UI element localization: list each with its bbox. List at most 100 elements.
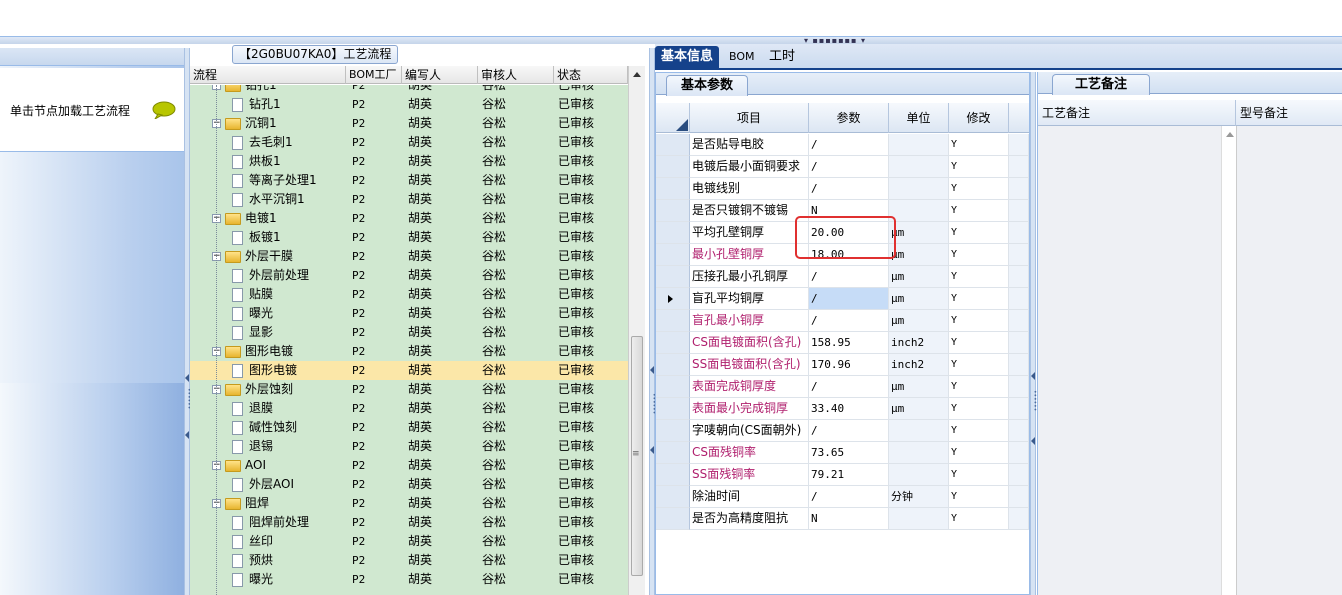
param-cell-param[interactable]: / (809, 420, 889, 442)
param-cell-mod[interactable]: Y (949, 442, 1009, 464)
tree-node-name[interactable]: 等离子处理1 (232, 171, 317, 190)
row-header[interactable] (656, 288, 690, 310)
param-cell-param[interactable]: / (809, 288, 889, 310)
param-cell-mod[interactable]: Y (949, 332, 1009, 354)
tree-row[interactable]: 阻焊前处理 P2 胡英 谷松 已审核 (190, 513, 628, 532)
collapse-left-icon[interactable] (185, 374, 189, 382)
param-cell-param[interactable]: / (809, 486, 889, 508)
tab-process-remarks[interactable]: 工艺备注 (1052, 74, 1151, 95)
param-cell-mod[interactable]: Y (949, 288, 1009, 310)
row-header[interactable] (656, 178, 690, 200)
param-row[interactable]: 盲孔最小铜厚 / μm Y (656, 310, 1029, 332)
collapse-tree-icon-2[interactable] (650, 446, 654, 454)
tree-node-name[interactable]: 贴膜 (232, 285, 273, 304)
tree-row[interactable]: 碱性蚀刻 P2 胡英 谷松 已审核 (190, 418, 628, 437)
tree-row[interactable]: 等离子处理1 P2 胡英 谷松 已审核 (190, 171, 628, 190)
param-cell-mod[interactable]: Y (949, 464, 1009, 486)
param-row[interactable]: SS面残铜率 79.21 Y (656, 464, 1029, 486)
tree-row[interactable]: 预烘 P2 胡英 谷松 已审核 (190, 551, 628, 570)
col-status[interactable]: 状态 (554, 66, 628, 84)
tab-basic-info[interactable]: 基本信息 (655, 46, 720, 70)
tree-row[interactable]: 曝光 P2 胡英 谷松 已审核 (190, 304, 628, 323)
tree-row[interactable]: − AOI P2 胡英 谷松 已审核 (190, 456, 628, 475)
col-writer[interactable]: 编写人 (402, 66, 478, 84)
tree-node-name[interactable]: − 沉铜1 (212, 114, 277, 133)
param-cell-param[interactable]: 73.65 (809, 442, 889, 464)
tree-row[interactable]: − 电镀1 P2 胡英 谷松 已审核 (190, 209, 628, 228)
param-cell-mod[interactable]: Y (949, 134, 1009, 156)
row-header[interactable] (656, 486, 690, 508)
node-load-area[interactable]: 单击节点加载工艺流程 (0, 68, 184, 152)
tab-basic-params[interactable]: 基本参数 (666, 75, 749, 96)
param-row[interactable]: CS面电镀面积(含孔) 158.95 inch2 Y (656, 332, 1029, 354)
col-item[interactable]: 项目 (690, 103, 809, 133)
tree-row[interactable]: − 钻孔1 P2 胡英 谷松 已审核 (190, 85, 628, 95)
tree-node-name[interactable]: 外层AOI (232, 475, 294, 494)
tree-row[interactable]: 图形电镀 P2 胡英 谷松 已审核 (190, 361, 628, 380)
col-bom-factory[interactable]: BOM工厂 (346, 66, 402, 84)
row-header[interactable] (656, 156, 690, 178)
param-row[interactable]: 是否为高精度阻抗 N Y (656, 508, 1029, 530)
param-row[interactable]: 除油时间 / 分钟 Y (656, 486, 1029, 508)
tree-node-name[interactable]: 退膜 (232, 399, 273, 418)
param-cell-param[interactable]: / (809, 178, 889, 200)
tree-node-name[interactable]: 外层前处理 (232, 266, 309, 285)
tree-row[interactable]: − 沉铜1 P2 胡英 谷松 已审核 (190, 114, 628, 133)
tree-row[interactable]: 退膜 P2 胡英 谷松 已审核 (190, 399, 628, 418)
tree-node-name[interactable]: 水平沉铜1 (232, 190, 305, 209)
col-process[interactable]: 流程 (190, 66, 346, 84)
tree-row[interactable]: − 阻焊 P2 胡英 谷松 已审核 (190, 494, 628, 513)
param-cell-param[interactable]: 33.40 (809, 398, 889, 420)
tree-node-name[interactable]: 退锡 (232, 437, 273, 456)
param-row[interactable]: 电镀后最小面铜要求 / Y (656, 156, 1029, 178)
right-splitter[interactable]: •••••• (1030, 72, 1038, 595)
param-cell-mod[interactable]: Y (949, 398, 1009, 420)
top-splitter-grip-icon[interactable]: ▾ ▪▪▪▪▪▪▪ ▾ (800, 37, 870, 45)
param-cell-param[interactable]: / (809, 134, 889, 156)
row-header[interactable] (656, 354, 690, 376)
tree-row[interactable]: 去毛刺1 P2 胡英 谷松 已审核 (190, 133, 628, 152)
row-header[interactable] (656, 222, 690, 244)
tree-row[interactable]: 退锡 P2 胡英 谷松 已审核 (190, 437, 628, 456)
tree-node-name[interactable]: 丝印 (232, 532, 273, 551)
param-cell-param[interactable]: 158.95 (809, 332, 889, 354)
param-cell-param[interactable]: / (809, 376, 889, 398)
param-cell-param[interactable]: / (809, 310, 889, 332)
param-cell-mod[interactable]: Y (949, 354, 1009, 376)
param-cell-mod[interactable]: Y (949, 486, 1009, 508)
collapse-tree-icon[interactable] (650, 366, 654, 374)
row-header[interactable] (656, 442, 690, 464)
row-header[interactable] (656, 398, 690, 420)
param-row[interactable]: 电镀线别 / Y (656, 178, 1029, 200)
row-header[interactable] (656, 332, 690, 354)
param-row[interactable]: 表面完成铜厚度 / μm Y (656, 376, 1029, 398)
tree-row[interactable]: 烘板1 P2 胡英 谷松 已审核 (190, 152, 628, 171)
tree-node-name[interactable]: 曝光 (232, 570, 273, 589)
param-row[interactable]: SS面电镀面积(含孔) 170.96 inch2 Y (656, 354, 1029, 376)
tree-row[interactable]: 显影 P2 胡英 谷松 已审核 (190, 323, 628, 342)
tree-row[interactable]: 曝光 P2 胡英 谷松 已审核 (190, 570, 628, 589)
tree-row[interactable]: 板镀1 P2 胡英 谷松 已审核 (190, 228, 628, 247)
tree-node-name[interactable]: 板镀1 (232, 228, 281, 247)
tree-row[interactable]: − 图形电镀 P2 胡英 谷松 已审核 (190, 342, 628, 361)
row-header[interactable] (656, 266, 690, 288)
tree-node-name[interactable]: 碱性蚀刻 (232, 418, 297, 437)
tree-node-name[interactable]: 去毛刺1 (232, 133, 293, 152)
param-cell-param[interactable]: 170.96 (809, 354, 889, 376)
param-cell-mod[interactable]: Y (949, 508, 1009, 530)
param-cell-param[interactable]: N (809, 508, 889, 530)
collapse-params-icon-2[interactable] (1031, 437, 1035, 445)
tree-node-name[interactable]: − 图形电镀 (212, 342, 293, 361)
tree-node-name[interactable]: 预烘 (232, 551, 273, 570)
param-row[interactable]: 压接孔最小孔铜厚 / μm Y (656, 266, 1029, 288)
top-splitter-bar[interactable] (0, 36, 1342, 44)
tree-row[interactable]: 外层前处理 P2 胡英 谷松 已审核 (190, 266, 628, 285)
row-header[interactable] (656, 508, 690, 530)
tree-node-name[interactable]: 钻孔1 (232, 95, 281, 114)
tree-row[interactable]: − 外层蚀刻 P2 胡英 谷松 已审核 (190, 380, 628, 399)
param-cell-param[interactable]: / (809, 266, 889, 288)
scroll-up-icon[interactable] (1226, 132, 1234, 137)
tree-row[interactable]: 丝印 P2 胡英 谷松 已审核 (190, 532, 628, 551)
param-cell-mod[interactable]: Y (949, 310, 1009, 332)
param-row[interactable]: 是否贴导电胶 / Y (656, 134, 1029, 156)
